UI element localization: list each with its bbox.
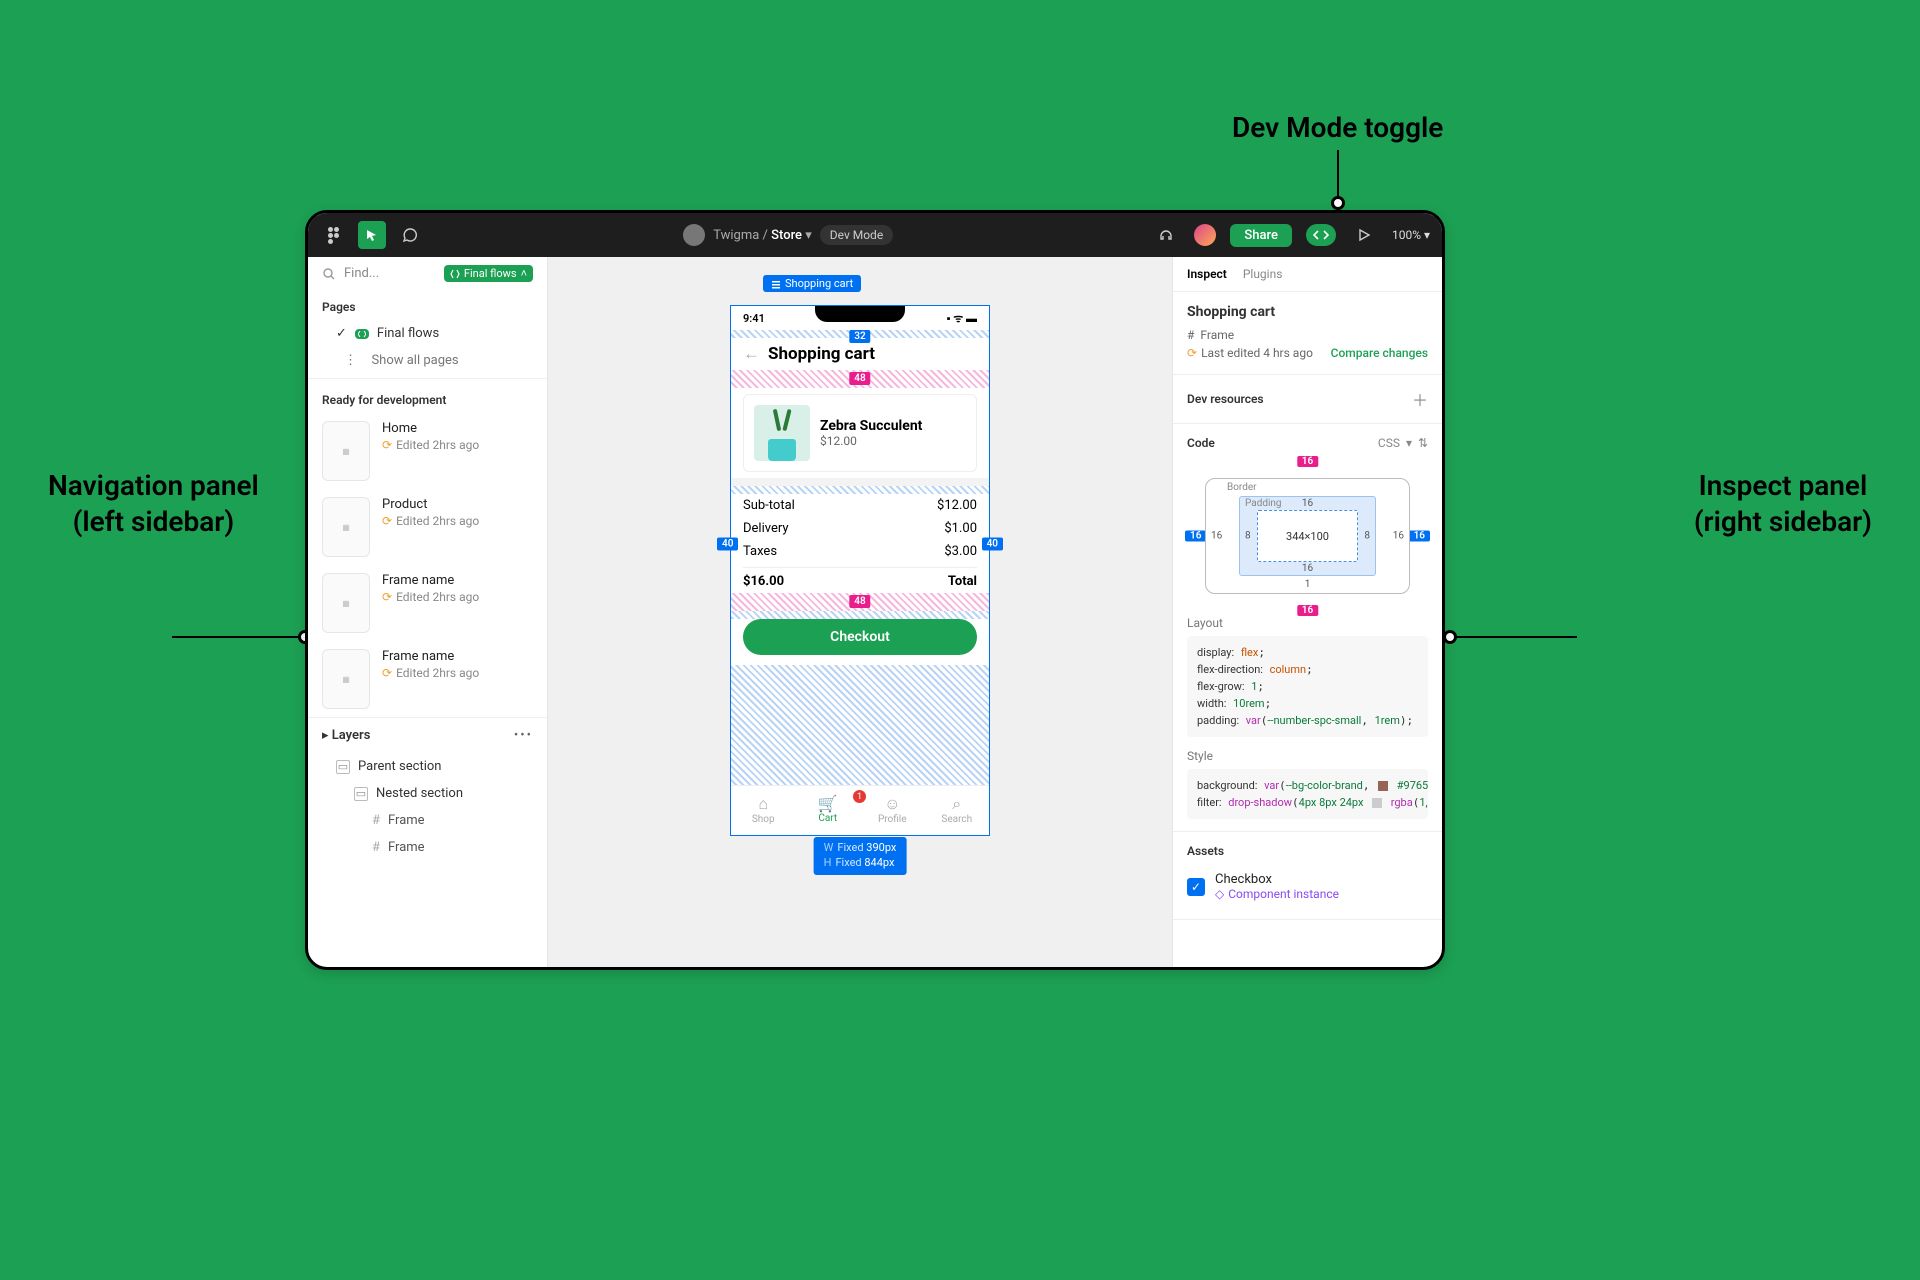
style-heading: Style	[1187, 749, 1428, 763]
layers-menu-icon[interactable]: •••	[514, 728, 533, 743]
selection-title: Shopping cart	[1187, 304, 1428, 320]
measure-tag: 40	[982, 537, 1003, 550]
tab-search[interactable]: ⌕Search	[925, 786, 990, 835]
annotation-left: Navigation panel(left sidebar)	[48, 468, 259, 541]
checkout-button[interactable]: Checkout	[743, 619, 977, 655]
thumbnail-icon: ▦	[322, 421, 370, 481]
share-button[interactable]: Share	[1230, 224, 1292, 247]
history-icon	[1187, 346, 1197, 360]
left-sidebar: Find... Final flows ˄ Pages ✓ Final flow…	[308, 257, 548, 967]
product-image	[754, 405, 810, 461]
user-avatar[interactable]	[1194, 224, 1216, 246]
page-item-current[interactable]: ✓ Final flows	[308, 320, 547, 347]
show-all-pages[interactable]: ⋮ Show all pages	[308, 347, 547, 374]
search-input[interactable]: Find...	[344, 266, 436, 281]
person-icon: ☺	[860, 794, 925, 814]
leader-line	[172, 636, 300, 638]
layers-header[interactable]: ▸ Layers •••	[308, 717, 547, 753]
home-icon: ⌂	[731, 794, 796, 814]
thumbnail-icon: ▦	[322, 573, 370, 633]
canvas[interactable]: Shopping cart 9:41 ▪ ᯤ ▬ 32 ← Shopping c…	[548, 257, 1172, 967]
status-icons: ▪ ᯤ ▬	[947, 311, 977, 326]
cart-item[interactable]: Zebra Succulent $12.00	[743, 394, 977, 472]
search-icon	[322, 267, 336, 281]
devmode-toggle[interactable]	[1306, 224, 1336, 246]
cart-icon: 🛒	[796, 794, 861, 813]
zoom-level[interactable]: 100% ▾	[1392, 228, 1430, 242]
page-badge[interactable]: Final flows ˄	[444, 265, 533, 282]
layout-heading: Layout	[1187, 616, 1428, 630]
present-icon[interactable]	[1350, 221, 1378, 249]
tab-profile[interactable]: ☺Profile	[860, 786, 925, 835]
layer-row[interactable]: ▭Nested section	[308, 780, 547, 807]
dimensions-pill: WFixed 390px HFixed 844px	[814, 837, 907, 875]
mode-badge: Dev Mode	[820, 225, 893, 245]
dev-resources-heading: Dev resources	[1187, 392, 1264, 406]
leader-dot	[1331, 196, 1345, 210]
selection-kind: #Frame	[1187, 326, 1428, 344]
frame-label[interactable]: Shopping cart	[763, 275, 861, 292]
inspect-tabs: Inspect Plugins	[1173, 257, 1442, 292]
frame-thumb[interactable]: ▦ Frame nameEdited 2hrs ago	[308, 641, 547, 717]
product-name: Zebra Succulent	[820, 418, 922, 434]
assets-heading: Assets	[1187, 844, 1428, 858]
tab-shop[interactable]: ⌂Shop	[731, 786, 796, 835]
box-model: 16 16 16 16 Border 16 16 1 Padding 16 8 …	[1187, 456, 1428, 616]
box-model-content: 344×100	[1257, 510, 1358, 562]
add-resource-icon[interactable]: ＋	[1412, 387, 1428, 411]
cursor-tool-icon[interactable]	[358, 221, 386, 249]
measure-tag: 48	[849, 595, 870, 608]
component-icon: ◇	[1215, 887, 1224, 901]
measure-tag: 32	[849, 330, 870, 343]
layer-row[interactable]: #Frame	[308, 807, 547, 834]
thumbnail-icon: ▦	[322, 649, 370, 709]
right-sidebar: Inspect Plugins Shopping cart #Frame Las…	[1172, 257, 1442, 967]
measure-tag: 40	[717, 537, 738, 550]
pages-heading: Pages	[308, 290, 547, 320]
annotation-right: Inspect panel(right sidebar)	[1694, 468, 1872, 541]
code-heading: Code	[1187, 436, 1215, 450]
comment-icon[interactable]	[396, 221, 424, 249]
topbar: Twigma / Store ▾ Dev Mode Share 100% ▾	[308, 213, 1442, 257]
phone-notch	[815, 306, 905, 322]
tab-plugins[interactable]: Plugins	[1243, 267, 1283, 281]
code-lang-select[interactable]: CSS ▾ ⇅	[1378, 436, 1428, 450]
leader-line	[1337, 150, 1339, 198]
tab-cart[interactable]: 🛒Cart	[796, 786, 861, 835]
headphones-icon[interactable]	[1152, 221, 1180, 249]
leader-line	[1449, 636, 1577, 638]
compare-changes-link[interactable]: Compare changes	[1331, 346, 1428, 360]
product-price: $12.00	[820, 434, 922, 448]
layer-row[interactable]: ▭Parent section	[308, 753, 547, 780]
phone-frame[interactable]: 9:41 ▪ ᯤ ▬ 32 ← Shopping cart 48	[730, 305, 990, 836]
ready-heading: Ready for development	[308, 383, 547, 413]
team-avatar[interactable]	[683, 224, 705, 246]
last-edited: Last edited 4 hrs ago	[1201, 346, 1313, 360]
tabbar: ⌂Shop 🛒Cart ☺Profile ⌕Search	[731, 785, 989, 835]
app-window: Twigma / Store ▾ Dev Mode Share 100% ▾	[305, 210, 1445, 970]
totals: Sub-total$12.00 Delivery$1.00 Taxes$3.00…	[743, 494, 977, 593]
back-icon[interactable]: ←	[743, 344, 760, 364]
style-code[interactable]: background: var(--bg-color-brand, #97655…	[1187, 769, 1428, 819]
annotation-devmode: Dev Mode toggle	[1232, 110, 1443, 146]
figma-menu-icon[interactable]	[320, 221, 348, 249]
frame-thumb[interactable]: ▦ HomeEdited 2hrs ago	[308, 413, 547, 489]
measure-tag: 48	[849, 372, 870, 385]
layout-code[interactable]: display: flex; flex-direction: column; f…	[1187, 636, 1428, 737]
breadcrumb[interactable]: Twigma / Store ▾	[713, 228, 812, 243]
tab-inspect[interactable]: Inspect	[1187, 267, 1227, 281]
frame-thumb[interactable]: ▦ Frame nameEdited 2hrs ago	[308, 565, 547, 641]
asset-row[interactable]: ✓ Checkbox ◇Component instance	[1187, 866, 1428, 907]
thumbnail-icon: ▦	[322, 497, 370, 557]
leader-dot	[1443, 630, 1457, 644]
frame-thumb[interactable]: ▦ ProductEdited 2hrs ago	[308, 489, 547, 565]
checkbox-icon: ✓	[1187, 878, 1205, 896]
search-icon: ⌕	[925, 794, 990, 814]
layer-row[interactable]: #Frame	[308, 834, 547, 861]
